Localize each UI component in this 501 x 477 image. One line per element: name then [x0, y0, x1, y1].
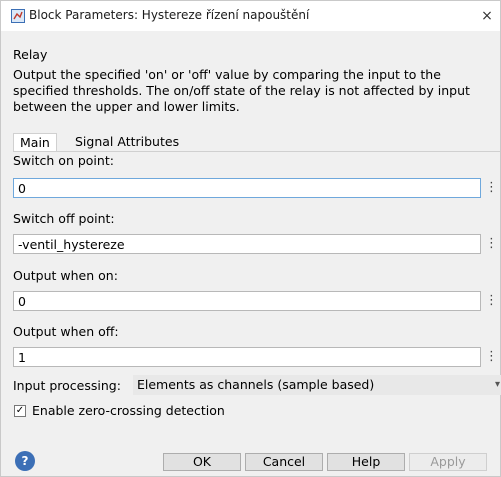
switch-off-options-icon[interactable]: ⋮	[485, 234, 498, 254]
simulink-block-icon	[11, 9, 25, 23]
chevron-down-icon: ▾	[495, 379, 501, 390]
output-off-field[interactable]: 1	[13, 347, 481, 367]
output-off-options-icon[interactable]: ⋮	[485, 347, 498, 367]
help-icon[interactable]: ?	[15, 451, 35, 471]
window-title: Block Parameters: Hystereze řízení napou…	[29, 8, 310, 22]
input-processing-select[interactable]: Elements as channels (sample based)	[133, 375, 501, 395]
switch-off-field[interactable]: -ventil_hystereze	[13, 234, 481, 254]
switch-off-label: Switch off point:	[13, 211, 115, 226]
zero-crossing-checkbox[interactable]: ✓	[14, 405, 26, 417]
block-type-heading: Relay	[13, 47, 48, 62]
block-description: Output the specified 'on' or 'off' value…	[13, 67, 470, 114]
close-icon[interactable]: ×	[476, 5, 498, 27]
switch-on-field[interactable]: 0	[13, 178, 481, 198]
block-parameters-dialog: Block Parameters: Hystereze řízení napou…	[0, 0, 501, 477]
title-bar: Block Parameters: Hystereze řízení napou…	[1, 1, 500, 31]
input-processing-label: Input processing:	[13, 378, 121, 393]
zero-crossing-label: Enable zero-crossing detection	[32, 403, 225, 418]
apply-button[interactable]: Apply	[409, 453, 487, 471]
switch-on-options-icon[interactable]: ⋮	[485, 178, 498, 198]
ok-button[interactable]: OK	[163, 453, 241, 471]
cancel-button[interactable]: Cancel	[245, 453, 323, 471]
tab-panel-divider	[13, 151, 500, 152]
tab-signal-attributes[interactable]: Signal Attributes	[69, 133, 185, 151]
switch-on-label: Switch on point:	[13, 153, 114, 168]
output-off-label: Output when off:	[13, 324, 119, 339]
tab-main[interactable]: Main	[13, 133, 57, 152]
help-button[interactable]: Help	[327, 453, 405, 471]
output-on-field[interactable]: 0	[13, 291, 481, 311]
output-on-options-icon[interactable]: ⋮	[485, 291, 498, 311]
output-on-label: Output when on:	[13, 268, 118, 283]
